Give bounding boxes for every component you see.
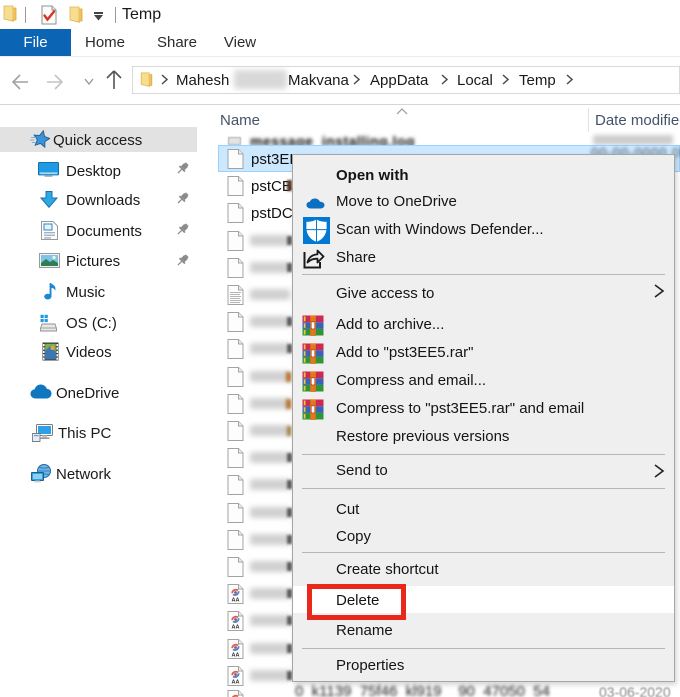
svg-text:AA: AA xyxy=(232,653,240,659)
svg-text:AA: AA xyxy=(232,680,240,686)
svg-text:AA: AA xyxy=(232,625,240,631)
svg-text:AA: AA xyxy=(232,598,240,604)
